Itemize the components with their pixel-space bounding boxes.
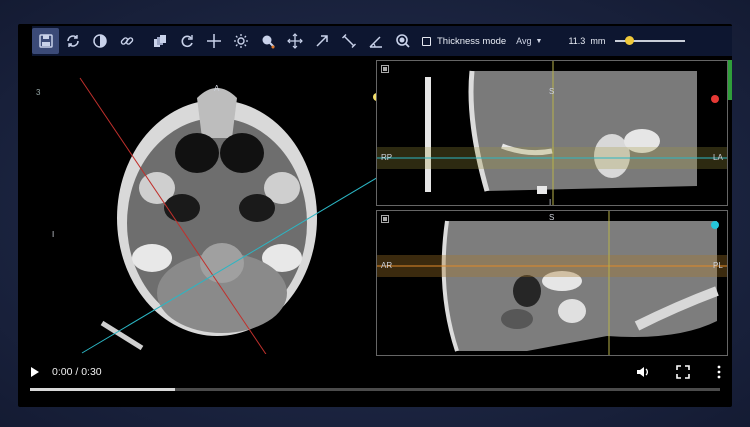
axial-ct-image bbox=[32, 58, 391, 379]
coronal-viewport[interactable]: S I RP LA bbox=[376, 60, 728, 207]
thickness-mode-label: Thickness mode bbox=[437, 35, 507, 47]
pan-icon bbox=[286, 33, 303, 49]
coronal-ct-image bbox=[377, 61, 727, 205]
thickness-value: 11.3 mm bbox=[568, 36, 606, 46]
sagittal-right-label: PL bbox=[713, 261, 723, 270]
link-icon bbox=[120, 37, 133, 45]
player-controls: 0:00 / 0:30 bbox=[18, 354, 732, 407]
axial-corner-label: 3 bbox=[36, 88, 41, 97]
coronal-view-indicator bbox=[711, 95, 719, 103]
sagittal-viewport[interactable]: S AR PL bbox=[376, 210, 728, 356]
play-icon[interactable] bbox=[30, 366, 40, 378]
status-indicator bbox=[728, 60, 732, 100]
pan-button[interactable] bbox=[281, 28, 308, 54]
stack-button[interactable] bbox=[146, 28, 173, 54]
arrow-button[interactable] bbox=[308, 28, 335, 54]
sagittal-layout-icon[interactable] bbox=[381, 215, 389, 223]
thickness-mode-select[interactable]: Avg bbox=[516, 36, 531, 46]
zoom-icon bbox=[262, 35, 275, 49]
rotate-button[interactable] bbox=[173, 28, 200, 54]
contrast-button[interactable] bbox=[86, 28, 113, 54]
thickness-checkbox[interactable] bbox=[422, 36, 431, 46]
progress-bar[interactable] bbox=[30, 388, 720, 391]
video-player[interactable]: Thickness mode Avg ▼ 11.3 mm A I 3 S I R… bbox=[18, 24, 732, 407]
sagittal-ct-image bbox=[377, 211, 727, 355]
fullscreen-icon[interactable] bbox=[676, 365, 690, 379]
chevron-down-icon: ▼ bbox=[535, 37, 543, 45]
sagittal-top-label: S bbox=[549, 213, 555, 222]
coronal-bottom-label: I bbox=[549, 198, 552, 207]
stack-icon bbox=[153, 35, 166, 47]
brightness-button[interactable] bbox=[227, 28, 254, 54]
crosshair-button[interactable] bbox=[200, 28, 227, 54]
save-button[interactable] bbox=[32, 28, 59, 54]
sagittal-left-label: AR bbox=[381, 261, 393, 270]
save-icon bbox=[38, 34, 53, 48]
zoom-button[interactable] bbox=[254, 28, 281, 54]
more-options-icon[interactable] bbox=[716, 365, 722, 379]
coronal-right-label: LA bbox=[713, 153, 723, 162]
slider-knob[interactable] bbox=[625, 36, 635, 45]
coronal-top-label: S bbox=[549, 87, 555, 96]
contrast-icon bbox=[92, 34, 107, 48]
progress-fill bbox=[30, 388, 175, 391]
arrow-icon bbox=[315, 35, 328, 47]
crosshair-icon bbox=[206, 34, 221, 48]
angle-icon bbox=[368, 36, 382, 48]
brightness-icon bbox=[233, 34, 248, 48]
viewer-toolbar: Thickness mode Avg ▼ 11.3 mm bbox=[32, 26, 732, 56]
magnify-icon bbox=[395, 34, 410, 48]
thickness-slider[interactable] bbox=[615, 35, 686, 47]
rotate-icon bbox=[181, 35, 193, 48]
link-button[interactable] bbox=[113, 28, 140, 54]
reset-button[interactable] bbox=[59, 28, 86, 54]
sagittal-view-indicator bbox=[711, 221, 719, 229]
coronal-left-label: RP bbox=[381, 153, 393, 162]
time-display: 0:00 / 0:30 bbox=[52, 366, 102, 378]
axial-left-label: I bbox=[52, 230, 55, 239]
axial-viewport[interactable]: A I L 3 bbox=[32, 58, 391, 379]
axial-top-label: A bbox=[214, 84, 220, 93]
angle-button[interactable] bbox=[362, 28, 389, 54]
volume-icon[interactable] bbox=[636, 365, 650, 379]
coronal-layout-icon[interactable] bbox=[381, 65, 389, 73]
length-icon bbox=[341, 34, 356, 48]
reset-icon bbox=[66, 35, 79, 47]
magnify-button[interactable] bbox=[389, 28, 416, 54]
length-button[interactable] bbox=[335, 28, 362, 54]
thickness-mode-toggle[interactable]: Thickness mode Avg ▼ bbox=[422, 36, 542, 47]
